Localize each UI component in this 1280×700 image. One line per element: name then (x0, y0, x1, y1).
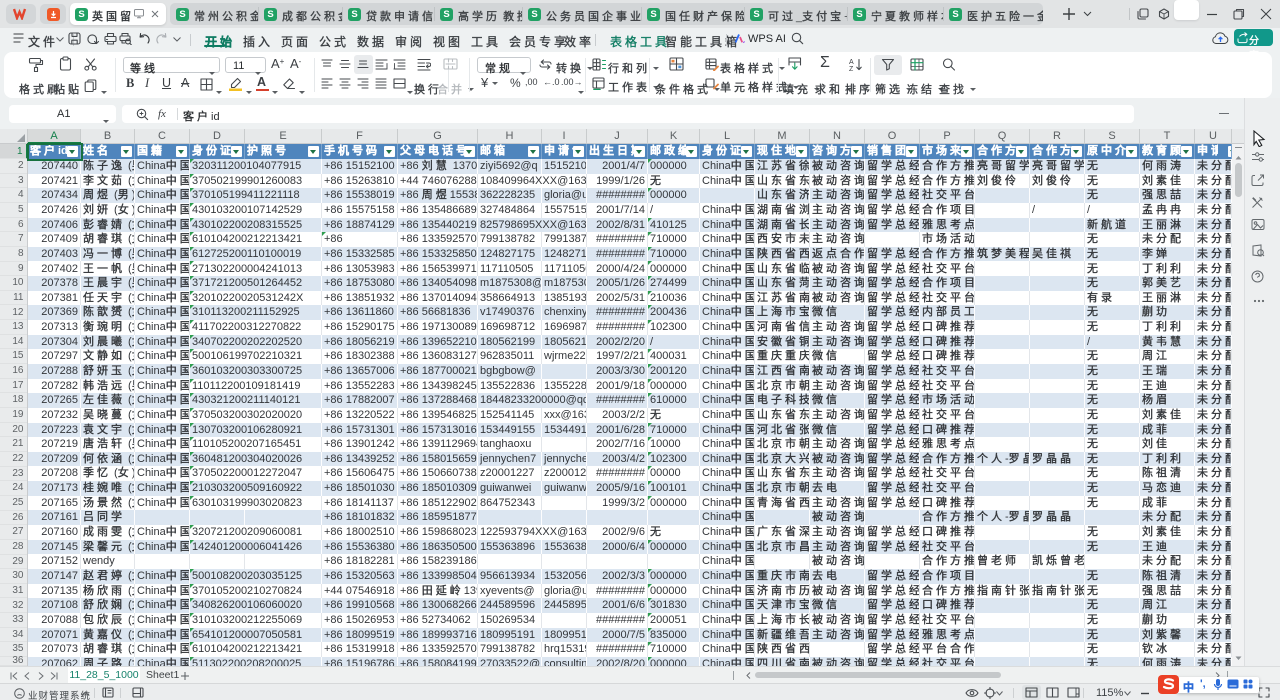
svg-text:fx: fx (158, 108, 166, 120)
svg-text:A: A (849, 59, 854, 66)
svg-text:Z: Z (849, 66, 854, 71)
